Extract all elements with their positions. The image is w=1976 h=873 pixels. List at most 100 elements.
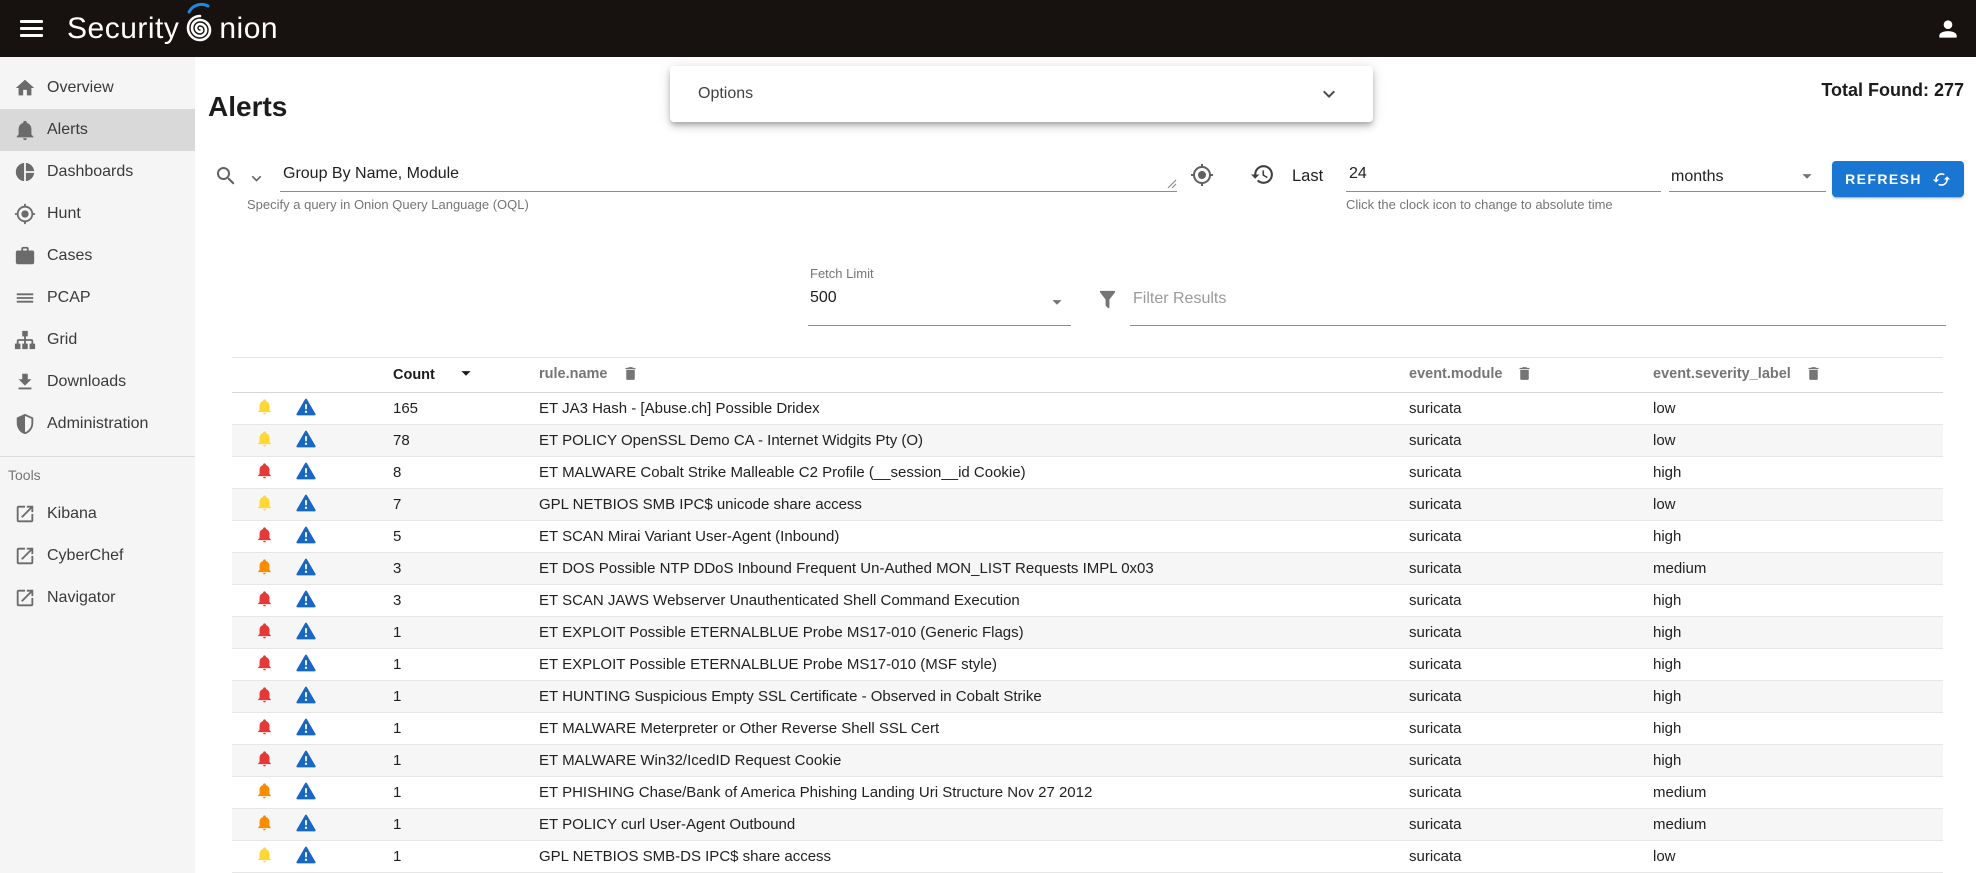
table-row[interactable]: 1ET POLICY curl User-Agent Outboundsuric… [232, 809, 1943, 841]
fetch-limit-select[interactable]: 500 [810, 289, 837, 307]
refresh-button[interactable]: REFRESH [1832, 161, 1964, 197]
severity-cell[interactable]: medium [1653, 553, 1943, 585]
filter-results-input[interactable]: Filter Results [1133, 290, 1226, 308]
remove-column-trash-icon[interactable] [622, 365, 639, 386]
severity-cell[interactable]: high [1653, 617, 1943, 649]
count-cell[interactable]: 1 [393, 745, 539, 777]
sidebar-item-grid[interactable]: Grid [0, 319, 195, 361]
severity-cell[interactable]: medium [1653, 809, 1943, 841]
security-onion-logo[interactable]: Security nion [67, 2, 278, 56]
table-row[interactable]: 8ET MALWARE Cobalt Strike Malleable C2 P… [232, 457, 1943, 489]
warning-triangle-icon[interactable] [296, 558, 316, 580]
rule-name-cell[interactable]: ET SCAN Mirai Variant User-Agent (Inboun… [539, 521, 1409, 553]
severity-cell[interactable]: high [1653, 713, 1943, 745]
severity-bell-icon[interactable] [256, 686, 273, 707]
rule-name-cell[interactable]: ET JA3 Hash - [Abuse.ch] Possible Dridex [539, 393, 1409, 425]
warning-triangle-icon[interactable] [296, 814, 316, 836]
event-module-cell[interactable]: suricata [1409, 457, 1653, 489]
rule-name-cell[interactable]: ET POLICY OpenSSL Demo CA - Internet Wid… [539, 425, 1409, 457]
warning-triangle-icon[interactable] [296, 494, 316, 516]
warning-triangle-icon[interactable] [296, 526, 316, 548]
severity-cell[interactable]: low [1653, 425, 1943, 457]
sidebar-item-overview[interactable]: Overview [0, 67, 195, 109]
warning-triangle-icon[interactable] [296, 398, 316, 420]
rule-name-cell[interactable]: ET HUNTING Suspicious Empty SSL Certific… [539, 681, 1409, 713]
menu-icon[interactable] [20, 16, 43, 41]
rule-name-cell[interactable]: ET MALWARE Win32/IcedID Request Cookie [539, 745, 1409, 777]
crosshairs-gps-icon[interactable] [1190, 163, 1214, 187]
count-cell[interactable]: 1 [393, 681, 539, 713]
sidebar-item-kibana[interactable]: Kibana [0, 493, 195, 535]
severity-cell[interactable]: high [1653, 457, 1943, 489]
resize-grip[interactable] [1167, 179, 1177, 189]
severity-bell-icon[interactable] [256, 718, 273, 739]
event-module-cell[interactable]: suricata [1409, 841, 1653, 873]
event-module-cell[interactable]: suricata [1409, 425, 1653, 457]
count-cell[interactable]: 1 [393, 841, 539, 873]
count-cell[interactable]: 78 [393, 425, 539, 457]
count-cell[interactable]: 3 [393, 553, 539, 585]
event-module-cell[interactable]: suricata [1409, 585, 1653, 617]
warning-triangle-icon[interactable] [296, 686, 316, 708]
severity-bell-icon[interactable] [256, 622, 273, 643]
severity-bell-icon[interactable] [256, 590, 273, 611]
severity-cell[interactable]: high [1653, 521, 1943, 553]
event-module-cell[interactable]: suricata [1409, 489, 1653, 521]
count-cell[interactable]: 1 [393, 777, 539, 809]
count-cell[interactable]: 7 [393, 489, 539, 521]
table-row[interactable]: 3ET DOS Possible NTP DDoS Inbound Freque… [232, 553, 1943, 585]
table-row[interactable]: 7GPL NETBIOS SMB IPC$ unicode share acce… [232, 489, 1943, 521]
event-module-cell[interactable]: suricata [1409, 521, 1653, 553]
severity-bell-icon[interactable] [256, 398, 273, 419]
time-unit-select[interactable]: months [1669, 161, 1826, 192]
remove-column-trash-icon[interactable] [1805, 365, 1822, 386]
sidebar-item-cases[interactable]: Cases [0, 235, 195, 277]
query-presets-chevron-icon[interactable] [247, 169, 266, 188]
event-module-cell[interactable]: suricata [1409, 809, 1653, 841]
rule-name-cell[interactable]: ET DOS Possible NTP DDoS Inbound Frequen… [539, 553, 1409, 585]
table-row[interactable]: 1ET MALWARE Meterpreter or Other Reverse… [232, 713, 1943, 745]
severity-cell[interactable]: medium [1653, 777, 1943, 809]
severity-bell-icon[interactable] [256, 430, 273, 451]
table-row[interactable]: 165ET JA3 Hash - [Abuse.ch] Possible Dri… [232, 393, 1943, 425]
count-cell[interactable]: 5 [393, 521, 539, 553]
severity-bell-icon[interactable] [256, 494, 273, 515]
sidebar-item-administration[interactable]: Administration [0, 403, 195, 445]
warning-triangle-icon[interactable] [296, 846, 316, 868]
history-clock-icon[interactable] [1250, 162, 1275, 187]
severity-cell[interactable]: high [1653, 681, 1943, 713]
rule-name-cell[interactable]: GPL NETBIOS SMB IPC$ unicode share acces… [539, 489, 1409, 521]
rule-name-cell[interactable]: GPL NETBIOS SMB-DS IPC$ share access [539, 841, 1409, 873]
severity-cell[interactable]: high [1653, 585, 1943, 617]
table-row[interactable]: 1ET PHISHING Chase/Bank of America Phish… [232, 777, 1943, 809]
severity-cell[interactable]: high [1653, 649, 1943, 681]
table-row[interactable]: 1ET HUNTING Suspicious Empty SSL Certifi… [232, 681, 1943, 713]
warning-triangle-icon[interactable] [296, 462, 316, 484]
event-module-cell[interactable]: suricata [1409, 553, 1653, 585]
severity-bell-icon[interactable] [256, 782, 273, 803]
sidebar-item-downloads[interactable]: Downloads [0, 361, 195, 403]
event-module-cell[interactable]: suricata [1409, 617, 1653, 649]
severity-bell-icon[interactable] [256, 558, 273, 579]
query-input[interactable]: Group By Name, Module [280, 161, 1177, 192]
severity-bell-icon[interactable] [256, 526, 273, 547]
table-row[interactable]: 1GPL NETBIOS SMB-DS IPC$ share accesssur… [232, 841, 1943, 873]
sidebar-item-cyberchef[interactable]: CyberChef [0, 535, 195, 577]
severity-cell[interactable]: low [1653, 489, 1943, 521]
table-row[interactable]: 78ET POLICY OpenSSL Demo CA - Internet W… [232, 425, 1943, 457]
event-module-cell[interactable]: suricata [1409, 393, 1653, 425]
warning-triangle-icon[interactable] [296, 622, 316, 644]
sidebar-item-navigator[interactable]: Navigator [0, 577, 195, 619]
count-cell[interactable]: 1 [393, 809, 539, 841]
severity-cell[interactable]: low [1653, 841, 1943, 873]
table-row[interactable]: 5ET SCAN Mirai Variant User-Agent (Inbou… [232, 521, 1943, 553]
event-module-cell[interactable]: suricata [1409, 649, 1653, 681]
chevron-down-icon[interactable] [1317, 82, 1341, 106]
severity-bell-icon[interactable] [256, 654, 273, 675]
count-column-header[interactable]: Count [393, 358, 539, 393]
warning-triangle-icon[interactable] [296, 590, 316, 612]
remove-column-trash-icon[interactable] [1516, 365, 1533, 386]
severity-bell-icon[interactable] [256, 846, 273, 867]
caret-down-icon[interactable] [1046, 291, 1068, 313]
event-module-cell[interactable]: suricata [1409, 681, 1653, 713]
